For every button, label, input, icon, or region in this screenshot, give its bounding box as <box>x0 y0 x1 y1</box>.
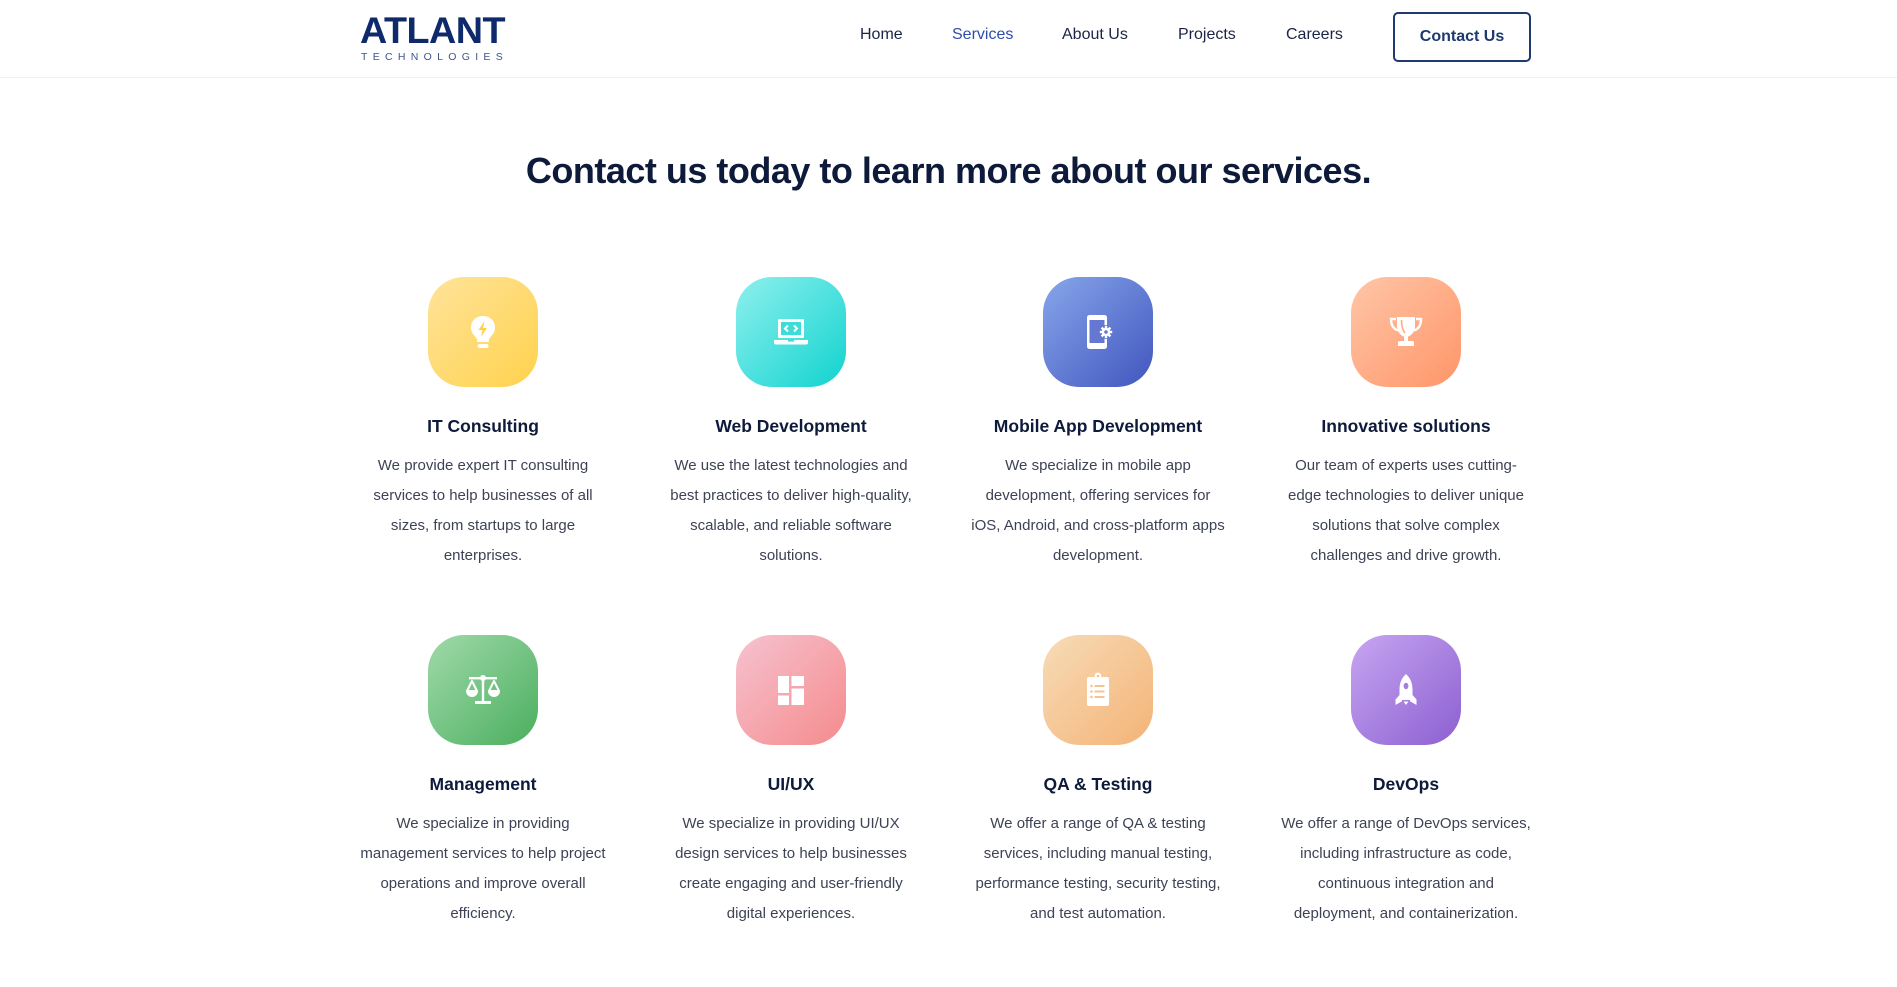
lightbulb-bolt-icon <box>471 316 495 348</box>
contact-us-button[interactable]: Contact Us <box>1393 12 1531 62</box>
service-icon-tile <box>428 635 538 745</box>
service-title: Innovative solutions <box>1321 416 1491 436</box>
rocket-icon <box>1395 674 1417 705</box>
service-card-devops: DevOps We offer a range of DevOps servic… <box>1271 635 1541 929</box>
service-card-management: Management We specialize in providing ma… <box>348 635 618 929</box>
service-description: We offer a range of DevOps services, inc… <box>1281 815 1531 922</box>
logo[interactable]: ATLANT TECHNOLOGIES <box>360 10 510 63</box>
nav-home[interactable]: Home <box>860 26 903 44</box>
service-card-it-consulting: IT Consulting We provide expert IT consu… <box>348 277 618 571</box>
service-icon-tile <box>1351 635 1461 745</box>
site-header: ATLANT TECHNOLOGIES Home Services About … <box>0 0 1897 78</box>
service-title: UI/UX <box>767 774 815 794</box>
service-title: DevOps <box>1372 774 1440 794</box>
service-title: QA & Testing <box>1043 774 1153 794</box>
logo-tagline: TECHNOLOGIES <box>361 51 509 63</box>
service-icon-tile <box>428 277 538 387</box>
service-card-innovative-solutions: Innovative solutions Our team of experts… <box>1271 277 1541 571</box>
clipboard-list-icon <box>1087 672 1109 706</box>
service-icon-tile <box>1351 277 1461 387</box>
nav-services[interactable]: Services <box>952 26 1013 44</box>
service-title: Management <box>429 774 537 794</box>
service-card-web-development: Web Development We use the latest techno… <box>656 277 926 571</box>
service-icon-tile <box>736 277 846 387</box>
service-title: Mobile App Development <box>993 416 1203 436</box>
service-title: Web Development <box>715 416 867 436</box>
service-icon-tile <box>1043 635 1153 745</box>
scale-balance-icon <box>466 675 500 704</box>
service-card-ui-ux: UI/UX We specialize in providing UI/UX d… <box>656 635 926 929</box>
service-description: We specialize in providing management se… <box>360 815 606 922</box>
trophy-icon <box>1389 317 1423 346</box>
service-description: We specialize in mobile app development,… <box>971 457 1225 564</box>
mobile-gear-icon <box>1087 315 1113 349</box>
nav-careers[interactable]: Careers <box>1286 26 1343 44</box>
service-icon-tile <box>736 635 846 745</box>
page-headline: Contact us today to learn more about our… <box>525 150 1372 191</box>
nav-about-us[interactable]: About Us <box>1062 26 1128 44</box>
service-card-qa-testing: QA & Testing We offer a range of QA & te… <box>963 635 1233 929</box>
service-description: We provide expert IT consulting services… <box>373 457 593 564</box>
service-icon-tile <box>1043 277 1153 387</box>
nav-projects[interactable]: Projects <box>1178 26 1236 44</box>
service-title: IT Consulting <box>427 416 539 436</box>
service-description: We use the latest technologies and best … <box>670 457 912 564</box>
service-description: We specialize in providing UI/UX design … <box>675 815 907 922</box>
service-description: We offer a range of QA & testing service… <box>975 815 1221 922</box>
logo-wordmark: ATLANT <box>360 10 506 51</box>
service-card-mobile-app-development: Mobile App Development We specialize in … <box>963 277 1233 571</box>
layout-dashboard-icon <box>778 676 804 705</box>
service-description: Our team of experts uses cutting-edge te… <box>1287 457 1524 564</box>
laptop-code-icon <box>774 319 808 345</box>
